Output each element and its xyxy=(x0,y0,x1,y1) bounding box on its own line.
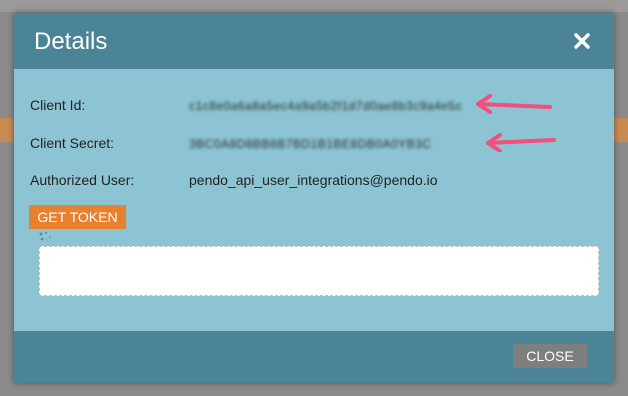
arrow-icon xyxy=(476,94,552,114)
dialog-body: Client Id: c1c8e0a6a8a5ec4a9a5b2f1d7d0ae… xyxy=(14,69,614,331)
dialog-title: Details xyxy=(34,28,108,55)
client-secret-value: 3BC0A8D8BB8B7BD1B1BE8DB0A0YB3C xyxy=(189,137,432,151)
arrow-icon xyxy=(486,133,556,152)
client-secret-label: Client Secret: xyxy=(30,135,115,151)
dialog-footer: CLOSE xyxy=(14,331,614,383)
background-header xyxy=(0,0,628,12)
token-output-field[interactable] xyxy=(39,246,599,296)
details-dialog: Details Client Id: c1c8e0a6a8a5ec4a9a5b2… xyxy=(14,13,614,383)
client-id-label: Client Id: xyxy=(30,97,86,113)
close-icon[interactable] xyxy=(570,29,594,53)
loading-icon xyxy=(39,231,52,242)
authorized-user-value: pendo_api_user_integrations@pendo.io xyxy=(189,172,438,188)
background-highlight xyxy=(614,118,628,142)
close-button[interactable]: CLOSE xyxy=(513,344,587,368)
background-highlight xyxy=(0,118,14,142)
get-token-button[interactable]: GET TOKEN xyxy=(29,205,126,229)
client-id-value: c1c8e0a6a8a5ec4a9a5b2f1d7d0ae8b3c9a4e5c xyxy=(189,99,463,113)
authorized-user-label: Authorized User: xyxy=(30,172,135,188)
